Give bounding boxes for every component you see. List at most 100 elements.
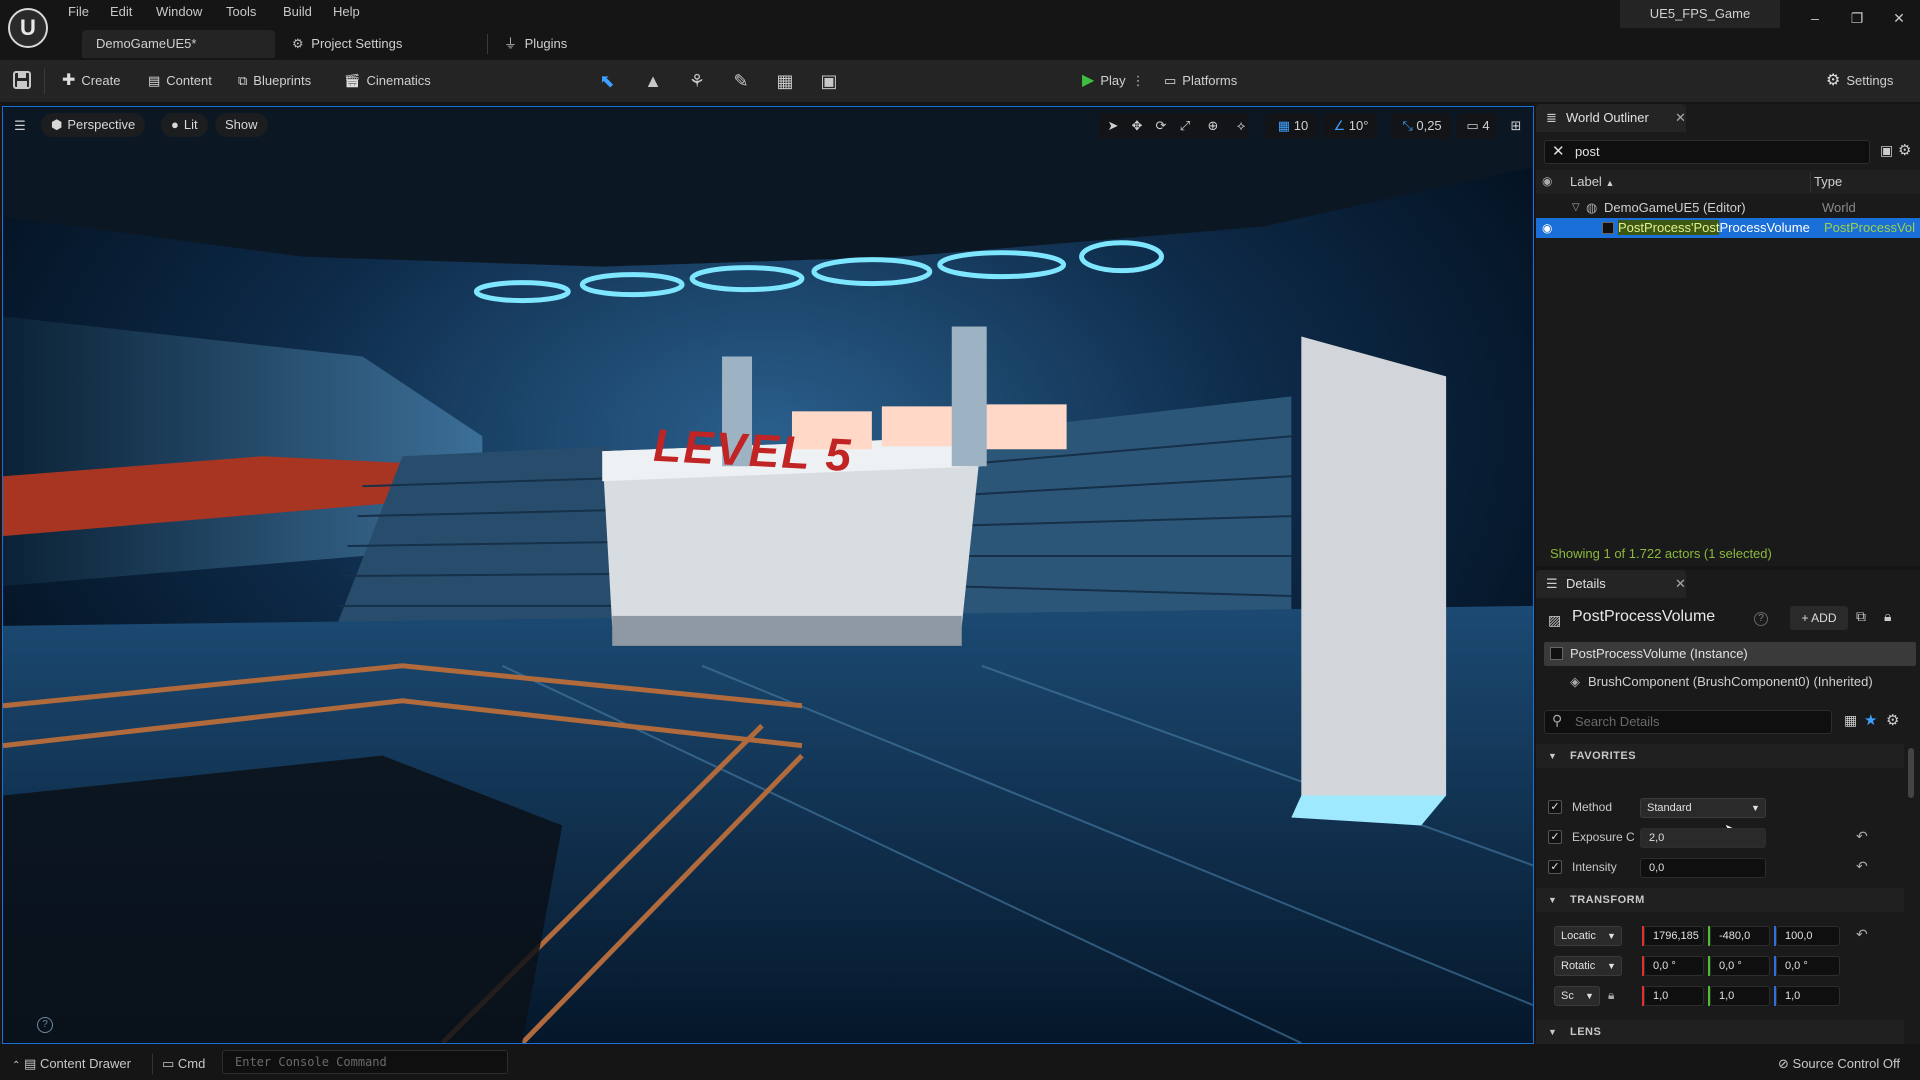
favorite-star-icon[interactable]: ★ xyxy=(1864,711,1877,729)
viewport-menu-icon[interactable]: ☰ xyxy=(9,115,31,137)
help-icon[interactable]: ? xyxy=(1754,612,1768,626)
mesh-paint-mode-icon[interactable]: ✎ xyxy=(730,70,752,92)
rotation-mode-dropdown[interactable]: Rotatic ▼ xyxy=(1554,956,1622,976)
lock-icon[interactable]: 🔒︎ xyxy=(1884,608,1891,625)
select-mode-icon[interactable]: ⬉ xyxy=(596,70,618,92)
translate-icon[interactable]: ✥ xyxy=(1127,115,1147,137)
restore-icon[interactable]: ❐ xyxy=(1842,6,1872,30)
details-search-input[interactable]: Search Details xyxy=(1544,710,1832,734)
content-button[interactable]: ▤ Content xyxy=(148,68,212,94)
gear-icon[interactable]: ⚙ xyxy=(1886,711,1899,729)
blueprint-convert-icon[interactable]: ⧉ xyxy=(1856,608,1866,625)
details-tab[interactable]: ☰ Details xyxy=(1536,570,1686,598)
lens-section-header[interactable]: ▼ LENS xyxy=(1536,1020,1904,1044)
rotation-x-field[interactable]: 0,0 ° xyxy=(1644,956,1704,976)
menu-help[interactable]: Help xyxy=(333,2,360,22)
exposure-field[interactable]: 2,0 xyxy=(1640,828,1766,848)
menu-build[interactable]: Build xyxy=(283,2,312,22)
scale-x-field[interactable]: 1,0 xyxy=(1644,986,1704,1006)
cmd-button[interactable]: ▭ Cmd xyxy=(162,1054,205,1074)
gear-icon[interactable]: ⚙ xyxy=(1898,141,1911,159)
landscape-mode-icon[interactable]: ▲ xyxy=(642,70,664,92)
tab-project-settings[interactable]: ⚙ Project Settings xyxy=(278,30,488,58)
foliage-mode-icon[interactable]: ⚘ xyxy=(686,70,708,92)
menu-file[interactable]: File xyxy=(68,2,89,22)
outliner-search-input[interactable]: post xyxy=(1544,140,1870,164)
save-icon[interactable] xyxy=(12,70,32,90)
world-outliner-tab[interactable]: ≣ World Outliner xyxy=(1536,104,1686,132)
scale-snap-toggle[interactable]: ⤡ 0,25 xyxy=(1393,115,1451,137)
outliner-row-world[interactable]: ▽ ◍ DemoGameUE5 (Editor) World xyxy=(1536,198,1920,218)
level-viewport[interactable]: LEVEL 5 ☰ ⬢ Perspective ● Lit Show ➤ ✥ ⟳… xyxy=(2,106,1534,1044)
column-type-header[interactable]: Type xyxy=(1814,172,1842,192)
visibility-eye-icon[interactable]: ◉ xyxy=(1542,174,1552,188)
grid-snap-toggle[interactable]: ▦ 10 xyxy=(1269,115,1317,137)
content-drawer-button[interactable]: ⌃ ▤ Content Drawer xyxy=(12,1054,131,1074)
close-icon[interactable]: ✕ xyxy=(1675,576,1686,592)
camera-speed-button[interactable]: ▭ 4 xyxy=(1459,115,1497,137)
create-button[interactable]: ✚ Create xyxy=(62,68,120,94)
source-control-button[interactable]: ⊘ Source Control Off xyxy=(1778,1054,1900,1074)
transform-section-header[interactable]: ▼ TRANSFORM xyxy=(1536,888,1904,912)
world-space-icon[interactable]: ⊕ xyxy=(1203,115,1223,137)
location-mode-dropdown[interactable]: Locatic ▼ xyxy=(1554,926,1622,946)
component-row-brush[interactable]: ◈ BrushComponent (BrushComponent0) (Inhe… xyxy=(1544,670,1916,694)
blueprints-button[interactable]: ⧉ Blueprints xyxy=(238,68,311,94)
scale-mode-dropdown[interactable]: Sc ▼ xyxy=(1554,986,1600,1006)
location-y-field[interactable]: -480,0 xyxy=(1710,926,1770,946)
component-row-instance[interactable]: PostProcessVolume (Instance) xyxy=(1544,642,1916,666)
details-scrollbar[interactable] xyxy=(1908,748,1914,798)
show-button[interactable]: Show xyxy=(215,113,268,137)
intensity-override-checkbox[interactable]: ✓ xyxy=(1548,860,1562,874)
exposure-override-checkbox[interactable]: ✓ xyxy=(1548,830,1562,844)
intensity-field[interactable]: 0,0 xyxy=(1640,858,1766,878)
favorites-section-header[interactable]: ▼ FAVORITES xyxy=(1536,744,1904,768)
visibility-eye-icon[interactable]: ◉ xyxy=(1542,218,1552,238)
console-command-input[interactable]: Enter Console Command xyxy=(222,1050,508,1074)
tab-plugins[interactable]: ⏚ Plugins xyxy=(490,30,610,58)
perspective-button[interactable]: ⬢ Perspective xyxy=(41,113,146,137)
tab-level[interactable]: DemoGameUE5* xyxy=(82,30,275,58)
menu-tools[interactable]: Tools xyxy=(226,2,256,22)
lit-button[interactable]: ● Lit xyxy=(161,113,208,137)
help-icon[interactable]: ? xyxy=(37,1017,53,1033)
platforms-button[interactable]: ▭ Platforms xyxy=(1164,68,1237,94)
clear-search-icon[interactable]: ✕ xyxy=(1552,142,1565,160)
play-button[interactable]: ▶ Play ⋮ xyxy=(1082,68,1145,94)
fracture-mode-icon[interactable]: ▦ xyxy=(774,70,796,92)
close-icon[interactable]: ✕ xyxy=(1675,110,1686,126)
new-folder-icon[interactable]: ▣ xyxy=(1880,142,1893,159)
rotation-z-field[interactable]: 0,0 ° xyxy=(1776,956,1840,976)
method-override-checkbox[interactable]: ✓ xyxy=(1548,800,1562,814)
brush-edit-mode-icon[interactable]: ▣ xyxy=(818,70,840,92)
minimize-icon[interactable]: – xyxy=(1800,6,1830,30)
scale-z-field[interactable]: 1,0 xyxy=(1776,986,1840,1006)
scale-y-field[interactable]: 1,0 xyxy=(1710,986,1770,1006)
column-label-header[interactable]: Label ▲ xyxy=(1570,172,1614,192)
location-z-field[interactable]: 100,0 xyxy=(1776,926,1840,946)
lock-icon[interactable]: 🔒︎ xyxy=(1608,988,1614,1003)
select-arrow-icon[interactable]: ➤ xyxy=(1103,115,1123,137)
rotation-y-field[interactable]: 0,0 ° xyxy=(1710,956,1770,976)
surface-snap-icon[interactable]: ⟡ xyxy=(1231,115,1251,137)
unreal-logo-icon[interactable]: U xyxy=(8,8,48,48)
table-view-icon[interactable]: ▦ xyxy=(1844,712,1857,729)
cinematics-button[interactable]: 🎬︎ Cinematics xyxy=(344,68,431,94)
location-x-field[interactable]: 1796,185 xyxy=(1644,926,1704,946)
reset-arrow-icon[interactable]: ↶ xyxy=(1856,926,1868,943)
reset-arrow-icon[interactable]: ↶ xyxy=(1856,828,1868,845)
menu-edit[interactable]: Edit xyxy=(110,2,132,22)
outliner-row-postprocess-selected[interactable]: ◉ PostProcess'PostProcessVolume PostProc… xyxy=(1536,218,1920,238)
scale-icon[interactable]: ⤢ xyxy=(1175,115,1195,137)
settings-button[interactable]: ⚙ Settings xyxy=(1826,68,1893,94)
add-component-button[interactable]: + ADD xyxy=(1790,606,1848,630)
viewport-layout-icon[interactable]: ⊞ xyxy=(1505,115,1527,137)
play-options-icon[interactable]: ⋮ xyxy=(1132,68,1145,94)
rotate-icon[interactable]: ⟳ xyxy=(1151,115,1171,137)
rotation-snap-toggle[interactable]: ∠ 10° xyxy=(1325,115,1377,137)
close-icon[interactable]: ✕ xyxy=(1884,6,1914,30)
menu-window[interactable]: Window xyxy=(156,2,202,22)
reset-arrow-icon[interactable]: ↶ xyxy=(1856,858,1868,875)
chevron-down-icon[interactable]: ▽ xyxy=(1572,198,1580,218)
method-dropdown[interactable]: Standard ▼ xyxy=(1640,798,1766,818)
